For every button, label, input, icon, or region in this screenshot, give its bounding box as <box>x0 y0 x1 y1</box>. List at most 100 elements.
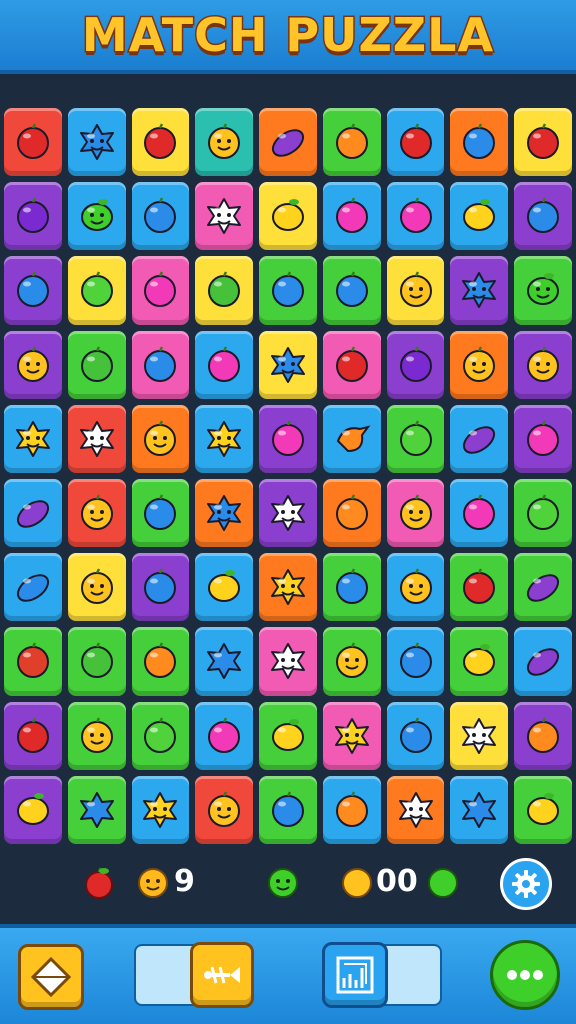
board-tile[interactable] <box>67 701 126 770</box>
board-tile[interactable] <box>67 182 126 251</box>
board-tile[interactable] <box>450 775 509 844</box>
bowling-ball-icon <box>399 346 432 382</box>
board-tile[interactable] <box>195 256 254 325</box>
board-tile[interactable] <box>514 182 572 251</box>
board-tile[interactable] <box>514 404 572 473</box>
board-tile[interactable] <box>259 775 317 844</box>
board-tile[interactable] <box>195 627 254 696</box>
board-tile[interactable] <box>450 182 509 251</box>
board-tile[interactable] <box>450 478 509 548</box>
board-tile[interactable] <box>259 108 317 177</box>
orange-fruit-icon <box>335 791 368 827</box>
board-tile[interactable] <box>322 404 381 473</box>
fish-bone-button[interactable] <box>190 942 254 1008</box>
board-tile[interactable] <box>322 701 381 770</box>
board-tile[interactable] <box>4 256 62 325</box>
board-tile[interactable] <box>195 775 254 844</box>
board-tile[interactable] <box>4 627 62 696</box>
board-tile[interactable] <box>450 108 509 177</box>
board-tile[interactable] <box>195 330 254 399</box>
board-tile[interactable] <box>259 330 317 399</box>
board-tile[interactable] <box>195 182 254 251</box>
board-tile[interactable] <box>386 701 445 770</box>
board-tile[interactable] <box>450 330 509 399</box>
board-tile[interactable] <box>131 330 190 399</box>
board-tile[interactable] <box>259 404 317 473</box>
board-tile[interactable] <box>259 478 317 548</box>
more-button[interactable] <box>490 940 560 1010</box>
board-tile[interactable] <box>195 553 254 622</box>
board-tile[interactable] <box>4 404 62 473</box>
board-tile[interactable] <box>195 701 254 770</box>
board-tile[interactable] <box>322 553 381 622</box>
board-tile[interactable] <box>386 775 445 844</box>
board-tile[interactable] <box>67 627 126 696</box>
board-tile[interactable] <box>195 404 254 473</box>
board-tile[interactable] <box>259 256 317 325</box>
plum-icon <box>399 717 432 753</box>
board-tile[interactable] <box>514 701 572 770</box>
board-tile[interactable] <box>4 553 62 622</box>
board-tile[interactable] <box>131 553 190 622</box>
board-tile[interactable] <box>131 775 190 844</box>
board-tile[interactable] <box>131 404 190 473</box>
board-tile[interactable] <box>4 775 62 844</box>
board-tile[interactable] <box>67 256 126 325</box>
settings-button[interactable] <box>500 858 552 910</box>
board-tile[interactable] <box>131 108 190 177</box>
board-tile[interactable] <box>514 553 572 622</box>
board-tile[interactable] <box>131 701 190 770</box>
board-tile[interactable] <box>259 553 317 622</box>
board-tile[interactable] <box>450 701 509 770</box>
board-tile[interactable] <box>4 701 62 770</box>
board-tile[interactable] <box>67 478 126 548</box>
board-tile[interactable] <box>322 182 381 251</box>
grid-button[interactable] <box>322 942 388 1008</box>
board-tile[interactable] <box>131 256 190 325</box>
board-tile[interactable] <box>386 108 445 177</box>
board-tile[interactable] <box>386 553 445 622</box>
board-tile[interactable] <box>386 404 445 473</box>
fish-bone-icon <box>204 966 240 984</box>
board-tile[interactable] <box>67 553 126 622</box>
board-tile[interactable] <box>259 182 317 251</box>
board-tile[interactable] <box>322 478 381 548</box>
board-tile[interactable] <box>450 553 509 622</box>
board-tile[interactable] <box>514 330 572 399</box>
leaf-icon <box>16 574 49 603</box>
board-tile[interactable] <box>386 478 445 548</box>
board-tile[interactable] <box>450 404 509 473</box>
board-tile[interactable] <box>67 330 126 399</box>
diamond-button[interactable] <box>18 944 84 1010</box>
board-tile[interactable] <box>514 627 572 696</box>
board-tile[interactable] <box>322 256 381 325</box>
board-tile[interactable] <box>386 330 445 399</box>
board-tile[interactable] <box>450 627 509 696</box>
board-tile[interactable] <box>67 775 126 844</box>
board-tile[interactable] <box>67 404 126 473</box>
board-tile[interactable] <box>386 627 445 696</box>
board-tile[interactable] <box>131 182 190 251</box>
board-tile[interactable] <box>4 182 62 251</box>
board-tile[interactable] <box>195 478 254 548</box>
board-tile[interactable] <box>386 256 445 325</box>
board-tile[interactable] <box>259 701 317 770</box>
board-tile[interactable] <box>259 627 317 696</box>
board-tile[interactable] <box>67 108 126 177</box>
board-tile[interactable] <box>514 108 572 177</box>
board-tile[interactable] <box>386 182 445 251</box>
board-tile[interactable] <box>322 108 381 177</box>
board-tile[interactable] <box>514 775 572 844</box>
board-tile[interactable] <box>322 775 381 844</box>
board-tile[interactable] <box>4 108 62 177</box>
board-tile[interactable] <box>450 256 509 325</box>
board-tile[interactable] <box>131 627 190 696</box>
board-tile[interactable] <box>322 627 381 696</box>
board-tile[interactable] <box>322 330 381 399</box>
board-tile[interactable] <box>195 108 254 177</box>
board-tile[interactable] <box>131 478 190 548</box>
board-tile[interactable] <box>514 256 572 325</box>
board-tile[interactable] <box>4 330 62 399</box>
board-tile[interactable] <box>4 478 62 548</box>
board-tile[interactable] <box>514 478 572 548</box>
